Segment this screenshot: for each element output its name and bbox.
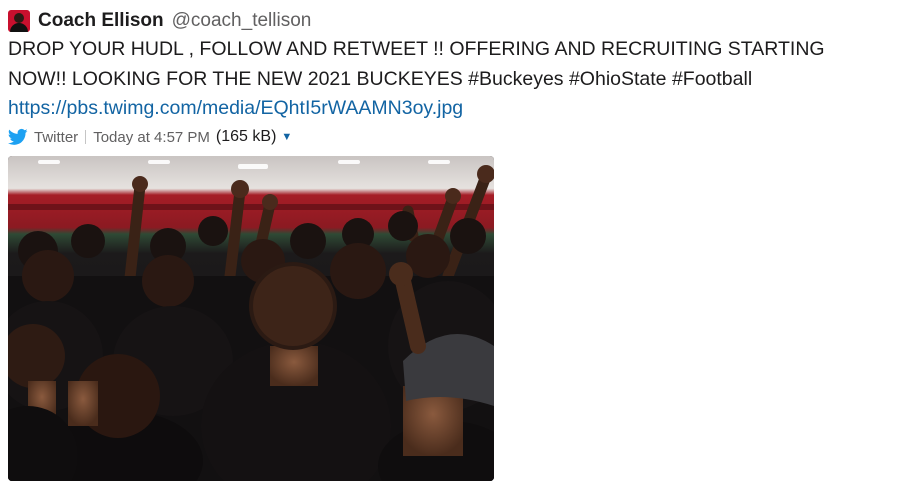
tweet-body: DROP YOUR HUDL , FOLLOW AND RETWEET !! O… xyxy=(8,38,825,90)
tweet-text: DROP YOUR HUDL , FOLLOW AND RETWEET !! O… xyxy=(8,35,888,124)
caret-down-icon[interactable]: ▼ xyxy=(281,131,292,143)
tweet-header: Coach Ellison @coach_tellison xyxy=(8,8,311,34)
divider xyxy=(85,130,87,144)
tweet-image[interactable] xyxy=(8,156,494,481)
team-huddle-photo xyxy=(8,156,494,481)
source-label[interactable]: Twitter xyxy=(34,129,78,146)
avatar[interactable] xyxy=(8,10,30,32)
display-name[interactable]: Coach Ellison xyxy=(38,10,164,32)
file-size: (165 kB) xyxy=(215,128,277,145)
attachment-meta: Twitter Today at 4:57 PM (165 kB) ▼ xyxy=(8,126,292,148)
twitter-bird-icon xyxy=(8,128,28,145)
handle[interactable]: @coach_tellison xyxy=(172,10,312,32)
timestamp[interactable]: Today at 4:57 PM xyxy=(93,129,210,146)
media-link[interactable]: https://pbs.twimg.com/media/EQhtI5rWAAMN… xyxy=(8,97,463,119)
